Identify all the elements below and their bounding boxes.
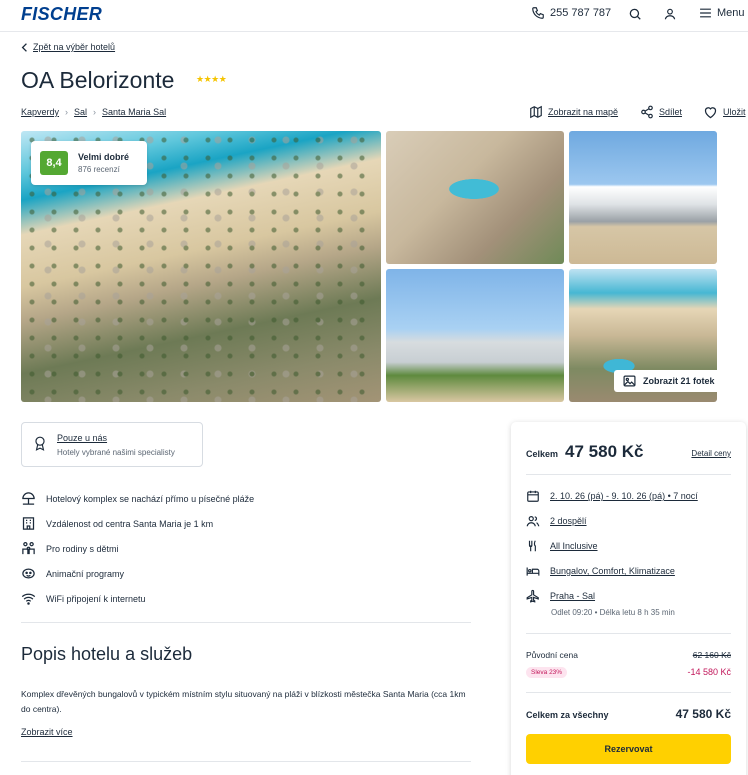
exclusive-badge: Pouze u nás Hotely vybrané našimi specia… <box>21 422 203 467</box>
description-title: Popis hotelu a služeb <box>21 644 193 664</box>
flight-info: Odlet 09:20 • Délka letu 8 h 35 min <box>551 608 675 617</box>
chevron-left-icon <box>21 42 27 52</box>
discount-badge: Sleva 23% <box>526 667 568 678</box>
bed-icon <box>526 567 540 576</box>
chevron-right-icon: › <box>93 107 97 117</box>
hotel-photo-pool[interactable] <box>386 131 564 264</box>
show-photos-button[interactable]: Zobrazit 21 fotek <box>614 370 736 392</box>
hotel-photo-garden[interactable] <box>386 269 564 402</box>
image-icon <box>623 375 636 387</box>
phone-number: 255 787 787 <box>550 7 612 19</box>
user-icon[interactable] <box>663 6 677 22</box>
rating-label: Velmi dobré <box>78 152 130 162</box>
breadcrumb-island[interactable]: Sal <box>74 107 87 117</box>
building-icon <box>22 517 35 530</box>
feature-item: Pro rodiny s dětmi <box>21 536 254 561</box>
discount-value: -14 580 Kč <box>687 667 731 677</box>
share-icon <box>641 105 653 119</box>
save-label: Uložit <box>723 107 746 117</box>
rating-reviews: 876 recenzí <box>78 165 120 174</box>
feature-text: Hotelový komplex se nachází přímo u píse… <box>46 493 255 504</box>
section-divider <box>21 622 471 623</box>
board-row[interactable]: All Inclusive <box>526 539 598 553</box>
breadcrumb-resort[interactable]: Santa Maria Sal <box>102 107 166 117</box>
description-text: Komplex dřevěných bungalovů v typickém m… <box>21 689 466 714</box>
hotel-title: OA Belorizonte <box>21 67 175 93</box>
feature-item: Vzdálenost od centra Santa Maria je 1 km <box>21 511 254 536</box>
booking-panel: Celkem 47 580 Kč Detail ceny 2. 10. 26 (… <box>511 422 746 775</box>
feature-item: WiFi připojení k internetu <box>21 586 254 611</box>
fischer-logo[interactable]: FISCHER <box>21 4 102 25</box>
flight-text: Praha - Sal <box>550 591 596 601</box>
breadcrumb: Kapverdy › Sal › Santa Maria Sal <box>21 107 166 117</box>
panel-divider <box>526 474 731 475</box>
show-map-button[interactable]: Zobrazit na mapě <box>529 105 618 119</box>
rating-card[interactable]: 8,4 Velmi dobré 876 recenzí <box>31 141 147 185</box>
top-navigation: FISCHER 255 787 787 Menu <box>0 0 748 32</box>
calendar-icon <box>527 490 539 502</box>
menu-label: Menu <box>717 7 745 19</box>
hamburger-icon <box>700 8 711 18</box>
show-photos-label: Zobrazit 21 fotek <box>643 376 715 386</box>
exclusive-badge-title[interactable]: Pouze u nás <box>57 433 107 443</box>
date-row[interactable]: 2. 10. 26 (pá) - 9. 10. 26 (pá) • 7 nocí <box>526 489 698 503</box>
animation-icon <box>22 568 35 579</box>
back-to-hotels-link[interactable]: Zpět na výběr hotelů <box>21 42 115 52</box>
section-divider <box>21 761 471 762</box>
airplane-icon <box>526 589 539 603</box>
flight-row[interactable]: Praha - Sal <box>526 589 595 603</box>
family-icon <box>22 541 35 555</box>
original-price-label: Původní cena <box>526 650 578 660</box>
map-icon <box>530 105 542 119</box>
hotel-photo-bungalow[interactable] <box>569 131 717 264</box>
persons-row[interactable]: 2 dospělí <box>526 514 587 528</box>
total-all-label: Celkem za všechny <box>526 710 609 720</box>
beach-umbrella-icon <box>22 492 35 505</box>
feature-text: Vzdálenost od centra Santa Maria je 1 km <box>46 518 214 529</box>
persons-text: 2 dospělí <box>550 516 587 526</box>
total-all-price: 47 580 Kč <box>675 707 731 721</box>
feature-list: Hotelový komplex se nachází přímo u píse… <box>21 486 254 611</box>
heart-icon <box>704 107 717 119</box>
price-detail-link[interactable]: Detail ceny <box>691 449 731 458</box>
feature-item: Hotelový komplex se nachází přímo u píse… <box>21 486 254 511</box>
panel-divider <box>526 633 731 634</box>
show-map-label: Zobrazit na mapě <box>548 107 619 117</box>
panel-divider <box>526 692 731 693</box>
breadcrumb-country[interactable]: Kapverdy <box>21 107 59 117</box>
total-price: 47 580 Kč <box>565 442 644 461</box>
hotel-stars: ★★★★ <box>196 74 227 84</box>
room-text: Bungalov, Comfort, Klimatizace <box>550 566 675 576</box>
date-text: 2. 10. 26 (pá) - 9. 10. 26 (pá) • 7 nocí <box>550 491 698 501</box>
chevron-right-icon: › <box>65 107 69 117</box>
save-button[interactable]: Uložit <box>703 105 746 119</box>
back-link-label: Zpět na výběr hotelů <box>33 42 116 52</box>
exclusive-badge-subtitle: Hotely vybrané našimi specialisty <box>57 448 175 457</box>
search-icon[interactable] <box>628 7 642 21</box>
cutlery-icon <box>528 540 536 552</box>
phone-link[interactable]: 255 787 787 <box>531 6 611 20</box>
feature-text: Animační programy <box>46 568 125 579</box>
menu-button[interactable]: Menu <box>699 7 745 19</box>
show-more-link[interactable]: Zobrazit více <box>21 727 73 737</box>
original-price: 62 160 Kč <box>692 650 731 660</box>
phone-icon <box>532 7 544 19</box>
award-icon <box>35 436 45 451</box>
feature-text: WiFi připojení k internetu <box>46 593 146 604</box>
share-button[interactable]: Sdílet <box>640 105 682 119</box>
rating-score: 8,4 <box>40 151 68 175</box>
total-price-row: Celkem 47 580 Kč <box>526 442 643 462</box>
wifi-icon <box>21 593 36 605</box>
reserve-button[interactable]: Rezervovat <box>526 734 731 764</box>
total-label: Celkem <box>526 449 559 459</box>
feature-text: Pro rodiny s dětmi <box>46 543 119 554</box>
feature-item: Animační programy <box>21 561 254 586</box>
share-label: Sdílet <box>659 107 683 117</box>
persons-icon <box>526 516 540 527</box>
board-text: All Inclusive <box>550 541 598 551</box>
room-row[interactable]: Bungalov, Comfort, Klimatizace <box>526 564 675 578</box>
